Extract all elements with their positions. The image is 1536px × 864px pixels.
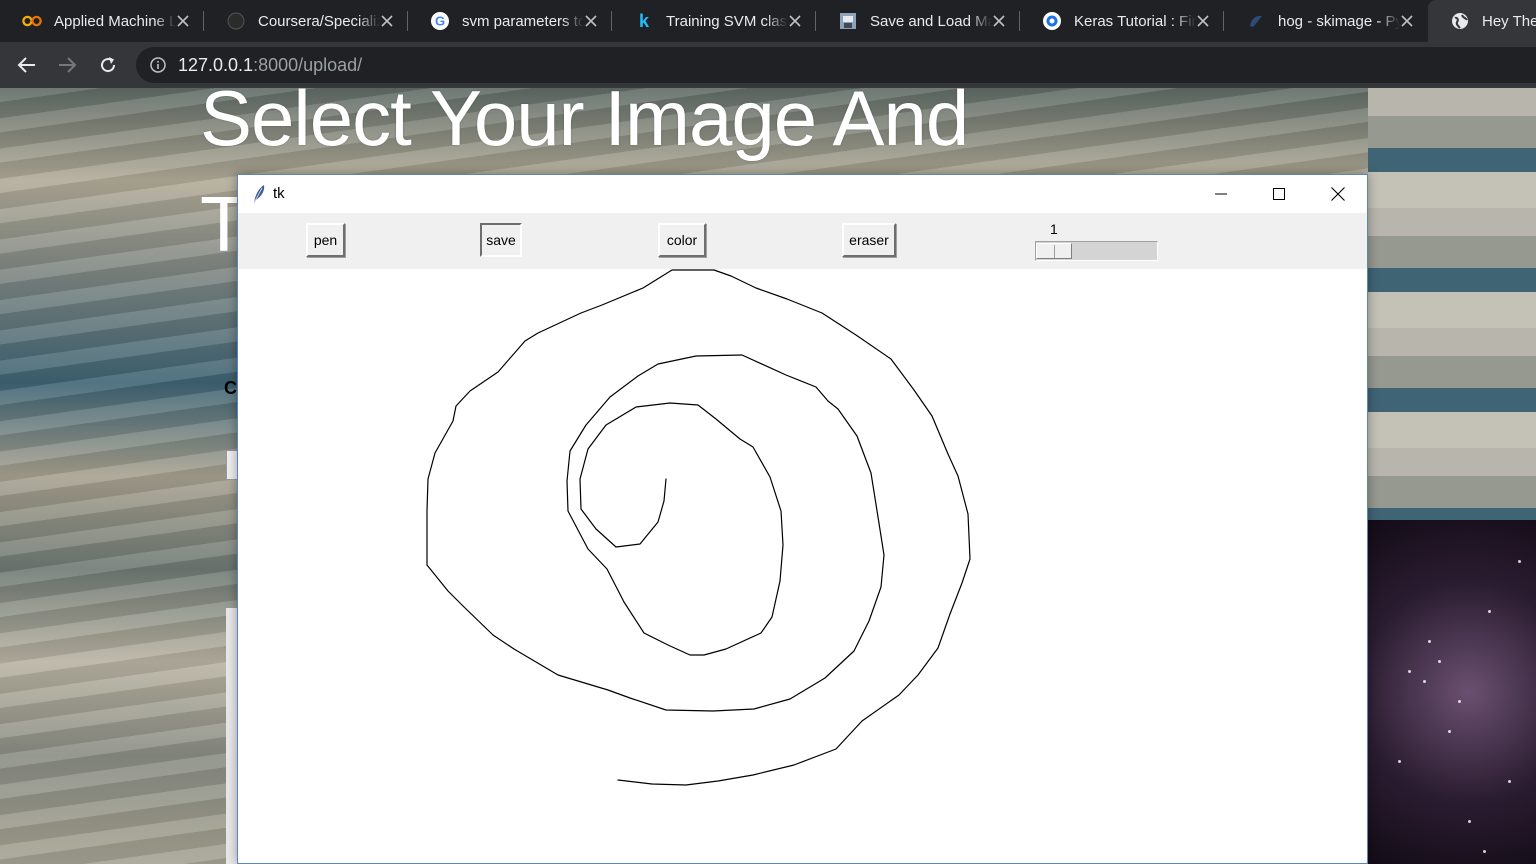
globe-blue-icon	[1042, 11, 1062, 31]
close-tab-icon[interactable]	[990, 12, 1008, 30]
kaggle-icon: k	[634, 11, 654, 31]
svg-text:k: k	[639, 12, 650, 30]
tk-titlebar[interactable]: tk	[238, 175, 1367, 213]
close-tab-icon[interactable]	[1398, 12, 1416, 30]
browser-toolbar: 127.0.0.1:8000/upload/	[0, 42, 1536, 88]
google-icon: G	[430, 11, 450, 31]
galaxy-image	[1368, 520, 1536, 864]
tab-training-svm[interactable]: k Training SVM classifier	[612, 0, 816, 42]
skimage-icon	[1246, 11, 1266, 31]
brush-size-value: 1	[1050, 221, 1058, 237]
tab-title: Keras Tutorial : Fine-tuning	[1074, 12, 1196, 30]
tab-save-load[interactable]: Save and Load Machine	[816, 0, 1020, 42]
back-arrow-icon[interactable]	[13, 51, 41, 79]
eraser-button[interactable]: eraser	[842, 223, 896, 257]
tab-hey-there[interactable]: Hey There	[1428, 0, 1536, 42]
page-heading: Select Your Image And	[200, 88, 969, 162]
minimize-icon[interactable]	[1192, 175, 1250, 213]
tab-title: Training SVM classifier	[666, 12, 788, 30]
close-tab-icon[interactable]	[174, 12, 192, 30]
tab-title: svm parameters to tune	[462, 12, 584, 30]
page-text-fragment: C	[224, 378, 237, 398]
spiral-drawing	[426, 269, 971, 786]
tab-keras-tutorial[interactable]: Keras Tutorial : Fine-tuning	[1020, 0, 1224, 42]
address-bar[interactable]: 127.0.0.1:8000/upload/	[136, 47, 1536, 83]
url-host: 127.0.0.1	[178, 54, 254, 75]
tab-title: hog - skimage - Python	[1278, 12, 1400, 30]
tab-svm-parameters[interactable]: G svm parameters to tune	[408, 0, 612, 42]
info-icon[interactable]	[150, 57, 166, 73]
freehand-stroke	[426, 269, 971, 786]
close-icon[interactable]	[1309, 175, 1367, 213]
tab-title: Save and Load Machine	[870, 12, 992, 30]
svg-text:G: G	[435, 14, 445, 29]
tab-title: Coursera/Specializations	[258, 12, 380, 30]
save-button[interactable]: save	[480, 223, 522, 257]
tab-hog-skimage[interactable]: hog - skimage - Python	[1224, 0, 1428, 42]
tk-window: tk pen save color eraser 1	[237, 174, 1368, 864]
slider-thumb[interactable]	[1036, 243, 1072, 259]
close-tab-icon[interactable]	[582, 12, 600, 30]
forward-arrow-icon[interactable]	[53, 51, 81, 79]
pen-button[interactable]: pen	[306, 223, 345, 257]
drawing-canvas[interactable]	[238, 269, 1367, 863]
tab-title: Applied Machine Learning	[54, 12, 176, 30]
maximize-icon[interactable]	[1250, 175, 1308, 213]
tk-window-title: tk	[273, 185, 285, 202]
url-path: :8000/upload/	[253, 54, 363, 75]
reload-icon[interactable]	[94, 51, 122, 79]
close-tab-icon[interactable]	[1194, 12, 1212, 30]
tk-feather-icon	[250, 184, 268, 204]
tab-coursera[interactable]: Coursera/Specializations	[204, 0, 408, 42]
brush-size-slider[interactable]	[1035, 241, 1158, 261]
tk-toolbar: pen save color eraser 1	[238, 213, 1367, 269]
color-button[interactable]: color	[658, 223, 706, 257]
background-image	[1368, 88, 1536, 520]
colab-icon	[22, 11, 42, 31]
globe-icon	[1450, 11, 1470, 31]
close-tab-icon[interactable]	[786, 12, 804, 30]
close-tab-icon[interactable]	[378, 12, 396, 30]
page-icon	[838, 11, 858, 31]
github-icon	[226, 11, 246, 31]
tab-applied-ml[interactable]: Applied Machine Learning	[0, 0, 204, 42]
page-heading-line2: T	[200, 184, 238, 264]
tab-strip: Applied Machine Learning Coursera/Specia…	[0, 0, 1536, 42]
tab-title: Hey There	[1482, 12, 1536, 30]
